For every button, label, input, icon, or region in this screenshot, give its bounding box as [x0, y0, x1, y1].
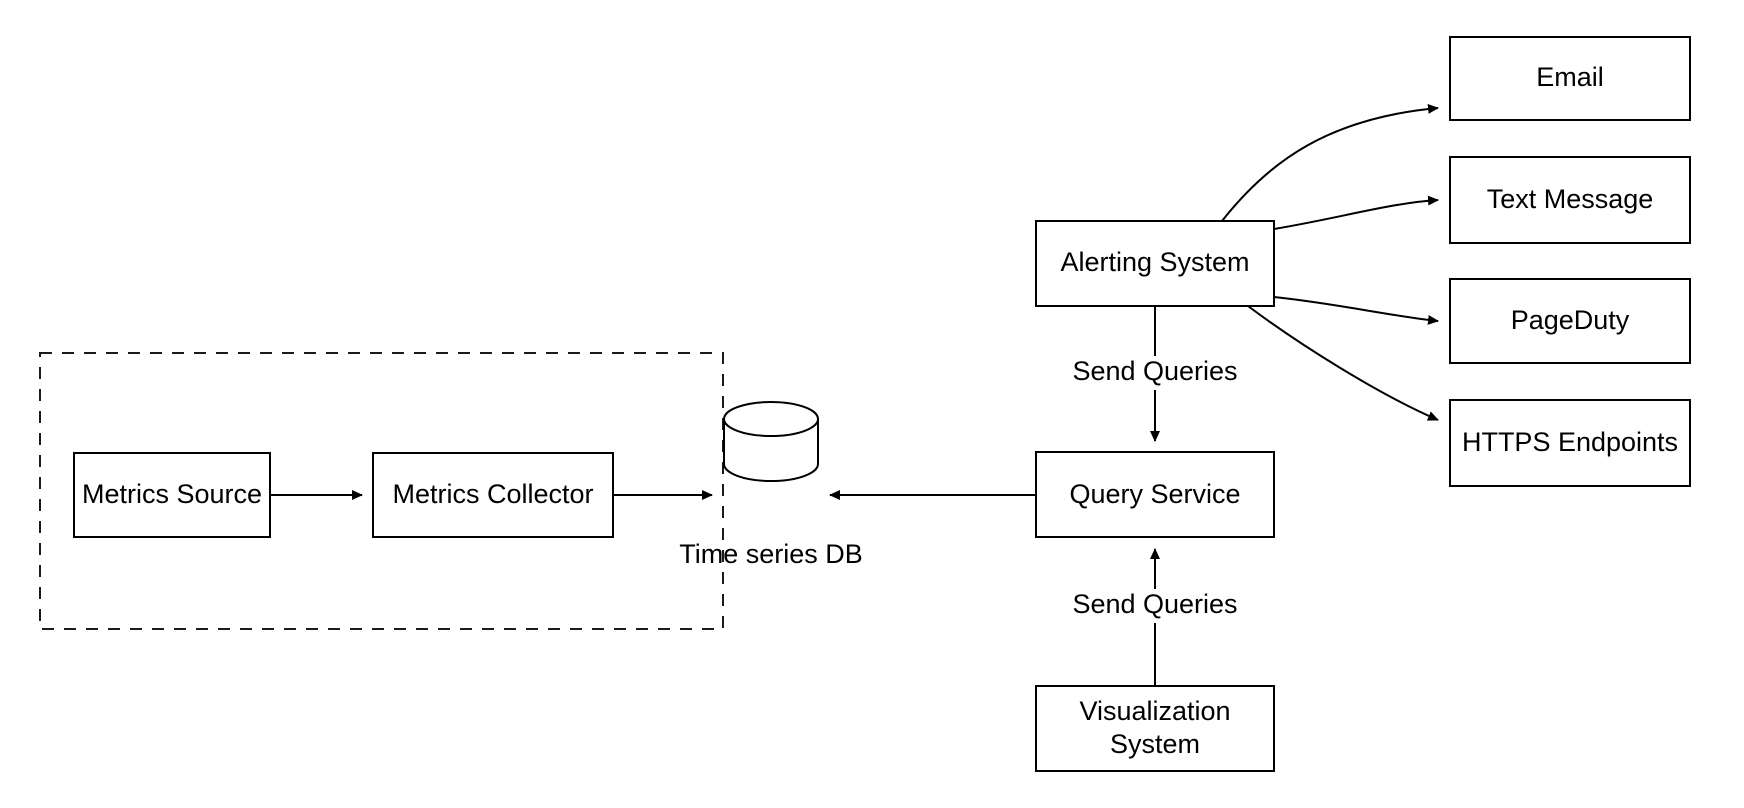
- node-visualization-system-label-line2: System: [1110, 729, 1200, 759]
- node-query-service[interactable]: Query Service: [1035, 451, 1275, 538]
- edge-alerting-to-text-message: [1273, 195, 1439, 230]
- node-https-endpoints-label: HTTPS Endpoints: [1462, 427, 1678, 457]
- node-time-series-db-label: Time series DB: [679, 539, 863, 569]
- diagram-canvas: Metrics Source Metrics Collector Time se…: [39, 36, 1691, 772]
- node-query-service-label: Query Service: [1069, 479, 1240, 509]
- node-visualization-system-label-line1: Visualization: [1079, 696, 1230, 726]
- edge-label-alerting-to-query: Send Queries: [1072, 356, 1237, 386]
- node-metrics-collector[interactable]: Metrics Collector: [372, 452, 614, 538]
- node-email-label: Email: [1536, 62, 1604, 92]
- edge-alerting-to-https-endpoints: [1247, 305, 1439, 421]
- node-text-message[interactable]: Text Message: [1449, 156, 1691, 244]
- node-pageduty-label: PageDuty: [1511, 305, 1630, 335]
- node-https-endpoints[interactable]: HTTPS Endpoints: [1449, 399, 1691, 487]
- node-time-series-db[interactable]: Time series DB: [679, 401, 863, 569]
- architecture-diagram: Metrics Source Metrics Collector Time se…: [0, 0, 1744, 808]
- node-alerting-system[interactable]: Alerting System: [1035, 220, 1275, 307]
- node-metrics-collector-label: Metrics Collector: [392, 479, 593, 509]
- node-text-message-label: Text Message: [1487, 184, 1654, 214]
- edge-alerting-to-pageduty: [1273, 296, 1439, 325]
- edge-label-visualization-to-query: Send Queries: [1072, 589, 1237, 619]
- node-metrics-source[interactable]: Metrics Source: [73, 452, 271, 538]
- node-pageduty[interactable]: PageDuty: [1449, 278, 1691, 364]
- node-visualization-system[interactable]: Visualization System: [1035, 685, 1275, 772]
- node-alerting-system-label: Alerting System: [1060, 247, 1249, 277]
- node-email[interactable]: Email: [1449, 36, 1691, 121]
- node-metrics-source-label: Metrics Source: [82, 479, 262, 509]
